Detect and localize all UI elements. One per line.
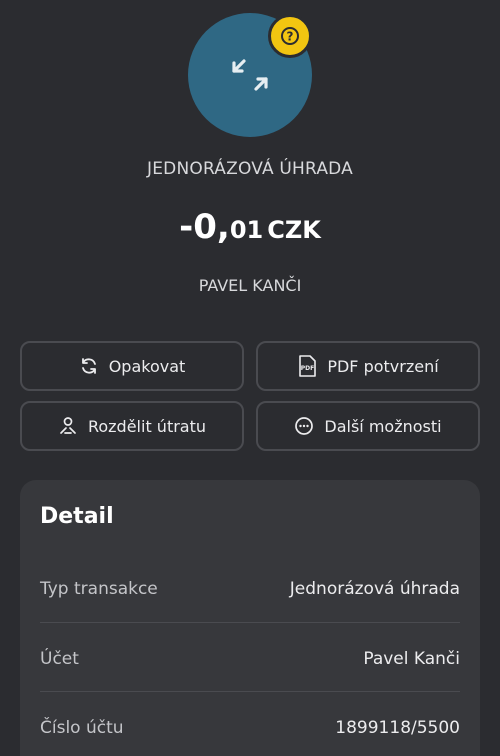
transaction-type: JEDNORÁZOVÁ ÚHRADA <box>147 159 353 179</box>
pdf-confirmation-button[interactable]: PDF PDF potvrzení <box>256 341 480 391</box>
svg-text:?: ? <box>287 30 294 44</box>
more-dots-icon <box>294 416 314 436</box>
repeat-button[interactable]: Opakovat <box>20 341 244 391</box>
detail-row-label: Účet <box>40 649 79 669</box>
refresh-icon <box>79 356 99 376</box>
detail-row-account-number: Číslo účtu 1899118/5500 <box>40 693 460 756</box>
amount-decimal: 01 <box>229 216 264 244</box>
amount-integer: -0, <box>179 207 230 247</box>
row-divider <box>40 622 460 623</box>
more-options-button[interactable]: Další možnosti <box>256 401 480 451</box>
detail-row-transaction-type: Typ transakce Jednorázová úhrada <box>40 554 460 624</box>
split-expense-button[interactable]: Rozdělit útratu <box>20 401 244 451</box>
detail-row-account: Účet Pavel Kanči <box>40 624 460 694</box>
more-options-label: Další možnosti <box>324 416 442 436</box>
split-person-icon <box>58 416 78 436</box>
row-divider <box>40 691 460 692</box>
detail-row-label: Číslo účtu <box>40 718 124 738</box>
help-badge[interactable]: ? <box>268 14 312 58</box>
repeat-button-label: Opakovat <box>108 356 186 376</box>
transfer-arrows-icon <box>232 59 268 91</box>
detail-card: Detail Typ transakce Jednorázová úhrada … <box>20 480 480 756</box>
transaction-detail-screen: ? JEDNORÁZOVÁ ÚHRADA -0,01 CZK PAVEL KANČ… <box>0 0 500 756</box>
detail-row-value: 1899118/5500 <box>335 718 460 738</box>
pdf-file-icon: PDF <box>297 355 317 377</box>
transaction-amount: -0,01 CZK <box>0 207 500 247</box>
pdf-confirmation-label: PDF potvrzení <box>327 356 439 376</box>
detail-row-label: Typ transakce <box>40 579 158 599</box>
detail-row-value: Pavel Kanči <box>363 649 460 669</box>
amount-currency: CZK <box>267 216 321 244</box>
split-expense-label: Rozdělit útratu <box>87 416 207 436</box>
counterparty-name: PAVEL KANČI <box>198 276 302 295</box>
svg-text:PDF: PDF <box>301 365 314 372</box>
detail-row-value: Jednorázová úhrada <box>289 579 460 599</box>
help-icon: ? <box>281 27 299 45</box>
detail-title: Detail <box>40 504 114 529</box>
